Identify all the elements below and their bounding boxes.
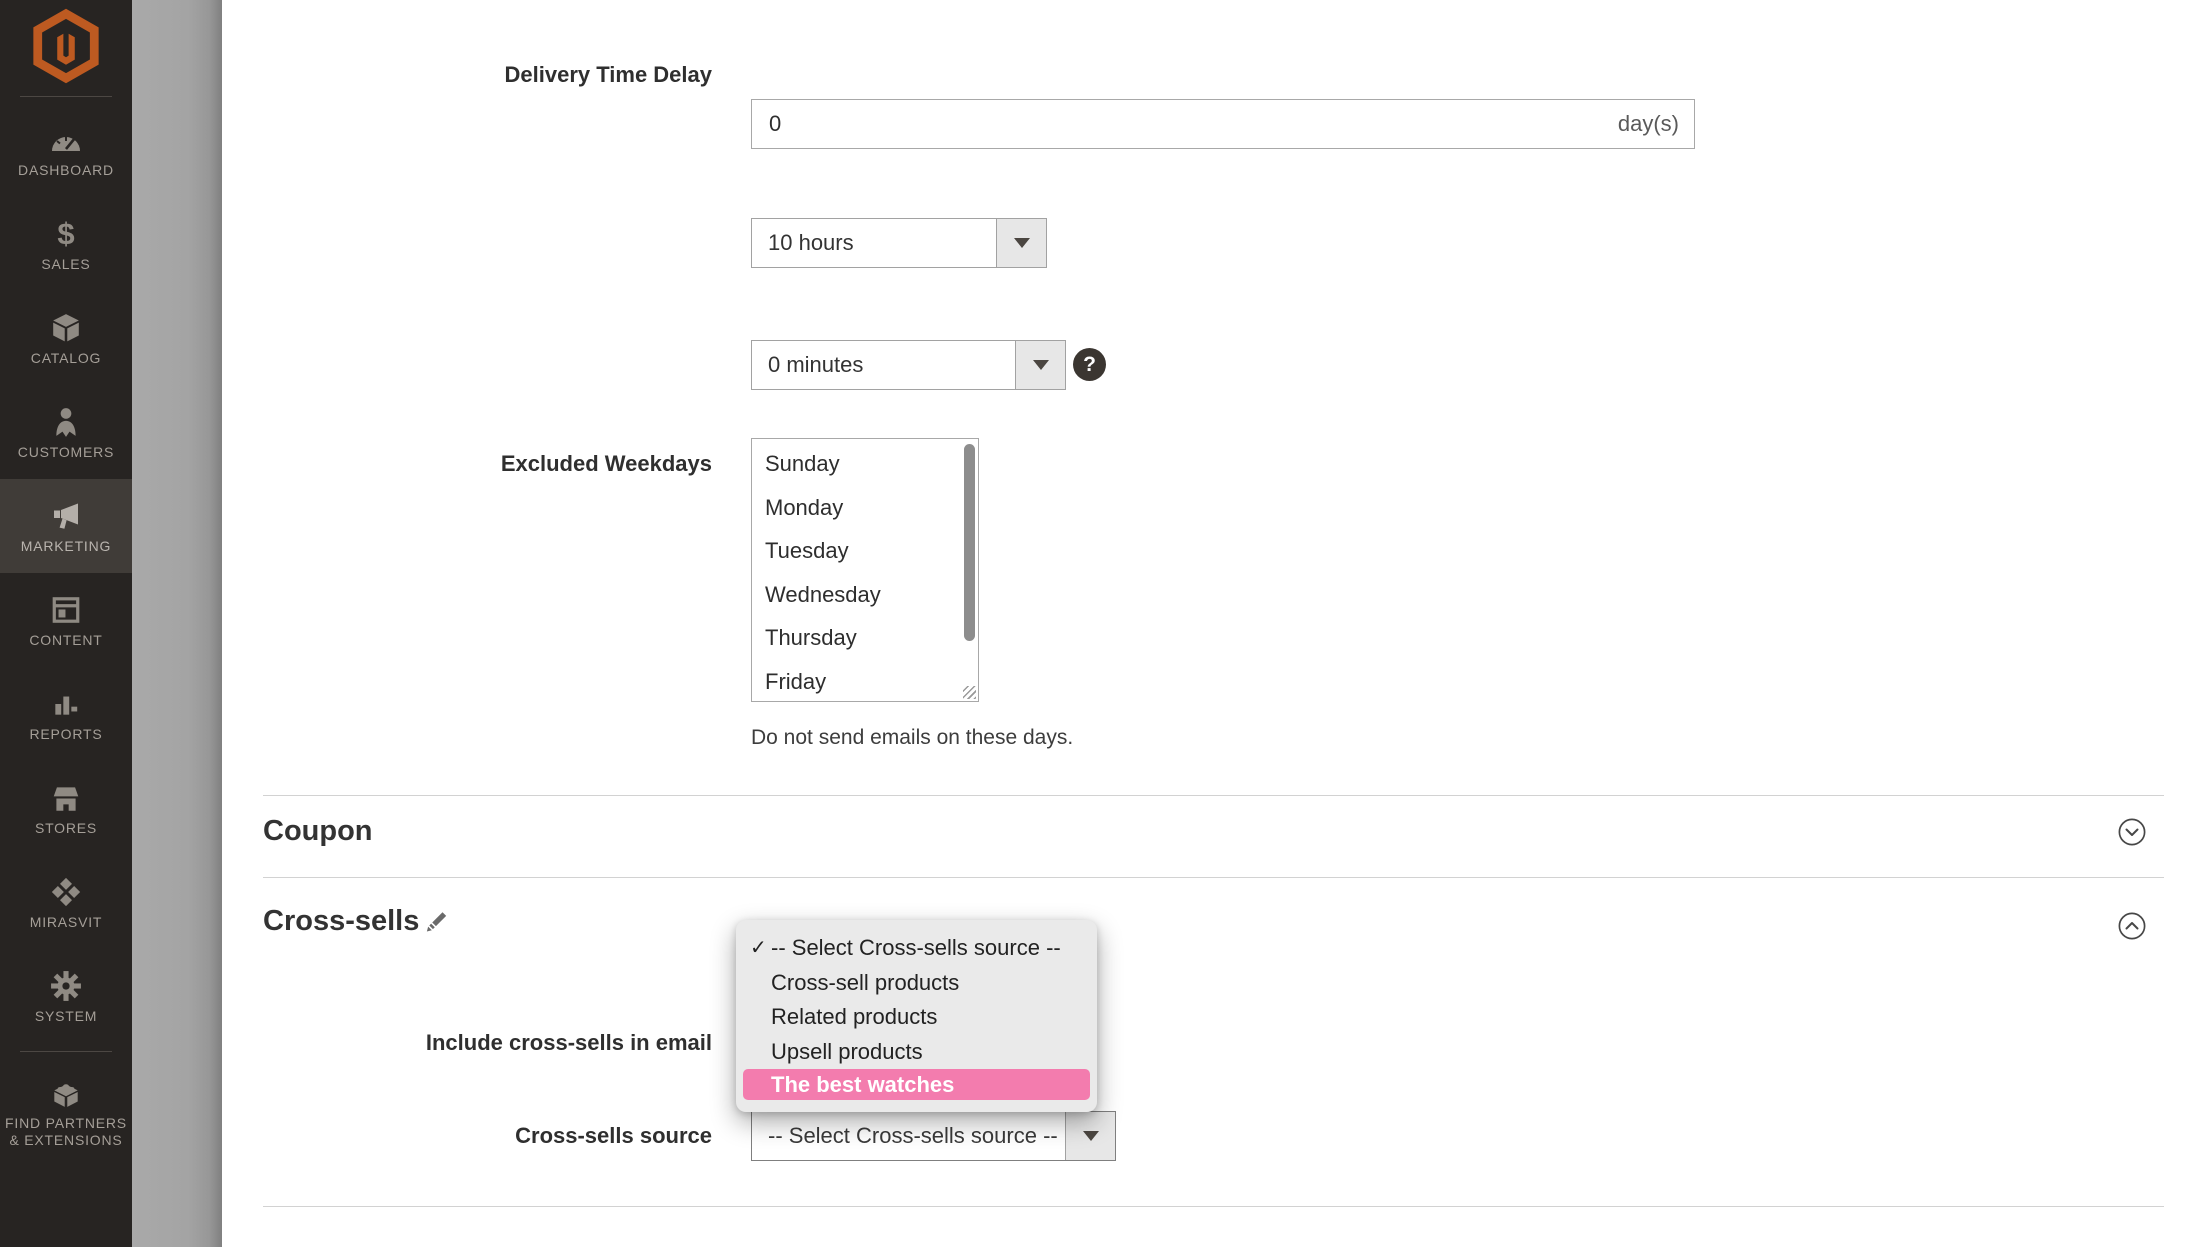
sidebar-item-label: MARKETING [21,538,111,555]
excluded-weekdays-note: Do not send emails on these days. [751,726,1073,750]
sidebar-item-label: SYSTEM [35,1008,97,1025]
weekday-option[interactable]: Sunday [752,442,978,486]
sidebar-item-find-partners-extensions[interactable]: FIND PARTNERS & EXTENSIONS [0,1060,132,1164]
dashboard-gauge-icon [49,122,83,158]
sidebar-item-mirasvit[interactable]: MIRASVIT [0,855,132,949]
weekday-option[interactable]: Tuesday [752,529,978,573]
dropdown-option-label: Cross-sell products [771,970,959,995]
sidebar-divider [20,96,112,97]
catalog-box-icon [50,310,82,346]
coupon-section-title: Coupon [263,815,373,848]
dropdown-option-label: -- Select Cross-sells source -- [771,935,1061,960]
excluded-weekdays-label: Excluded Weekdays [222,451,712,477]
sidebar-nav: DASHBOARD $ SALES CATALOG [0,103,132,1043]
section-divider [263,1206,2164,1207]
cross-sells-source-dropdown-menu: ✓ -- Select Cross-sells source -- Cross-… [736,920,1097,1112]
sidebar-item-dashboard[interactable]: DASHBOARD [0,103,132,197]
cross-sells-collapse-button[interactable] [2118,912,2146,940]
checkmark-icon: ✓ [750,931,767,966]
sidebar-item-label: STORES [35,820,97,837]
magento-admin-screen: DASHBOARD $ SALES CATALOG [0,0,2205,1247]
cross-sells-source-label: Cross-sells source [222,1123,712,1149]
reports-chart-icon [50,686,82,722]
weekday-option[interactable]: Friday [752,660,978,703]
sidebar-item-label: MIRASVIT [30,914,103,931]
sidebar-item-label: FIND PARTNERS [5,1115,127,1132]
sidebar-item-sales[interactable]: $ SALES [0,197,132,291]
dropdown-option-the-best-watches[interactable]: The best watches [743,1069,1090,1100]
help-tooltip-icon[interactable]: ? [1073,348,1106,381]
magento-logo[interactable] [0,0,132,96]
content-area: Delivery Time Delay day(s) 10 hours 0 mi… [222,0,2205,1247]
sidebar-item-label: & EXTENSIONS [9,1132,122,1149]
coupon-collapse-button[interactable] [2118,818,2146,846]
marketing-megaphone-icon [49,498,83,534]
sidebar-item-reports[interactable]: REPORTS [0,667,132,761]
sidebar-item-catalog[interactable]: CATALOG [0,291,132,385]
caret-down-icon [1014,238,1030,248]
dropdown-option-label: Upsell products [771,1039,923,1064]
cross-sells-source-select-value: -- Select Cross-sells source -- [752,1112,1065,1160]
extensions-brick-icon [49,1075,83,1111]
sidebar-item-marketing[interactable]: MARKETING [0,479,132,573]
content-page-icon [50,592,82,628]
select-arrow-button[interactable] [1065,1112,1115,1160]
caret-down-icon [1083,1131,1099,1141]
admin-sidebar: DASHBOARD $ SALES CATALOG [0,0,132,1247]
section-divider [263,795,2164,796]
cross-sells-source-select[interactable]: -- Select Cross-sells source -- [751,1111,1116,1161]
customers-person-icon [50,404,82,440]
mirasvit-diamond-icon [49,874,83,910]
dropdown-option-select-source[interactable]: ✓ -- Select Cross-sells source -- [736,931,1097,966]
magento-logo-icon [30,8,102,89]
dropdown-option-cross-sell-products[interactable]: Cross-sell products [736,966,1097,1001]
excluded-weekdays-listbox[interactable]: Sunday Monday Tuesday Wednesday Thursday… [751,438,979,702]
caret-down-icon [1033,360,1049,370]
chevron-down-circle-icon [2118,833,2146,850]
sidebar-item-stores[interactable]: STORES [0,761,132,855]
section-divider [263,877,2164,878]
cross-sells-section-title: Cross-sells [263,905,419,938]
listbox-resize-handle[interactable] [963,686,976,699]
sidebar-item-system[interactable]: SYSTEM [0,949,132,1043]
stores-shop-icon [50,780,82,816]
delay-minutes-select[interactable]: 0 minutes [751,340,1066,390]
system-gear-icon [50,968,82,1004]
dropdown-option-label: The best watches [771,1072,954,1097]
delivery-time-delay-field: day(s) [751,99,1695,149]
delay-minutes-select-value: 0 minutes [752,341,1015,389]
dropdown-option-label: Related products [771,1004,937,1029]
delay-hours-select-value: 10 hours [752,219,996,267]
weekday-option[interactable]: Wednesday [752,573,978,617]
dropdown-option-upsell-products[interactable]: Upsell products [736,1035,1097,1070]
sidebar-item-label: CATALOG [31,350,101,367]
include-cross-sells-label: Include cross-sells in email [222,1030,712,1056]
sidebar-item-label: CUSTOMERS [18,444,114,461]
sidebar-item-label: CONTENT [29,632,102,649]
sidebar-item-label: REPORTS [29,726,102,743]
sidebar-divider [20,1051,112,1052]
sidebar-item-label: DASHBOARD [18,162,114,179]
weekday-option[interactable]: Monday [752,486,978,530]
sidebar-item-label: SALES [41,256,90,273]
sales-dollar-icon: $ [57,216,74,252]
days-unit-note: day(s) [1618,100,1679,148]
delivery-time-delay-label: Delivery Time Delay [222,62,712,88]
sidebar-item-customers[interactable]: CUSTOMERS [0,385,132,479]
edit-pencil-icon[interactable] [422,908,450,941]
select-arrow-button[interactable] [996,219,1046,267]
sidebar-item-content[interactable]: CONTENT [0,573,132,667]
page-gutter [132,0,222,1247]
weekday-option[interactable]: Thursday [752,616,978,660]
chevron-up-circle-icon [2118,927,2146,944]
delay-hours-select[interactable]: 10 hours [751,218,1047,268]
select-arrow-button[interactable] [1015,341,1065,389]
listbox-scrollbar-thumb[interactable] [964,444,975,641]
dropdown-option-related-products[interactable]: Related products [736,1000,1097,1035]
delivery-time-delay-input[interactable] [752,100,1694,148]
